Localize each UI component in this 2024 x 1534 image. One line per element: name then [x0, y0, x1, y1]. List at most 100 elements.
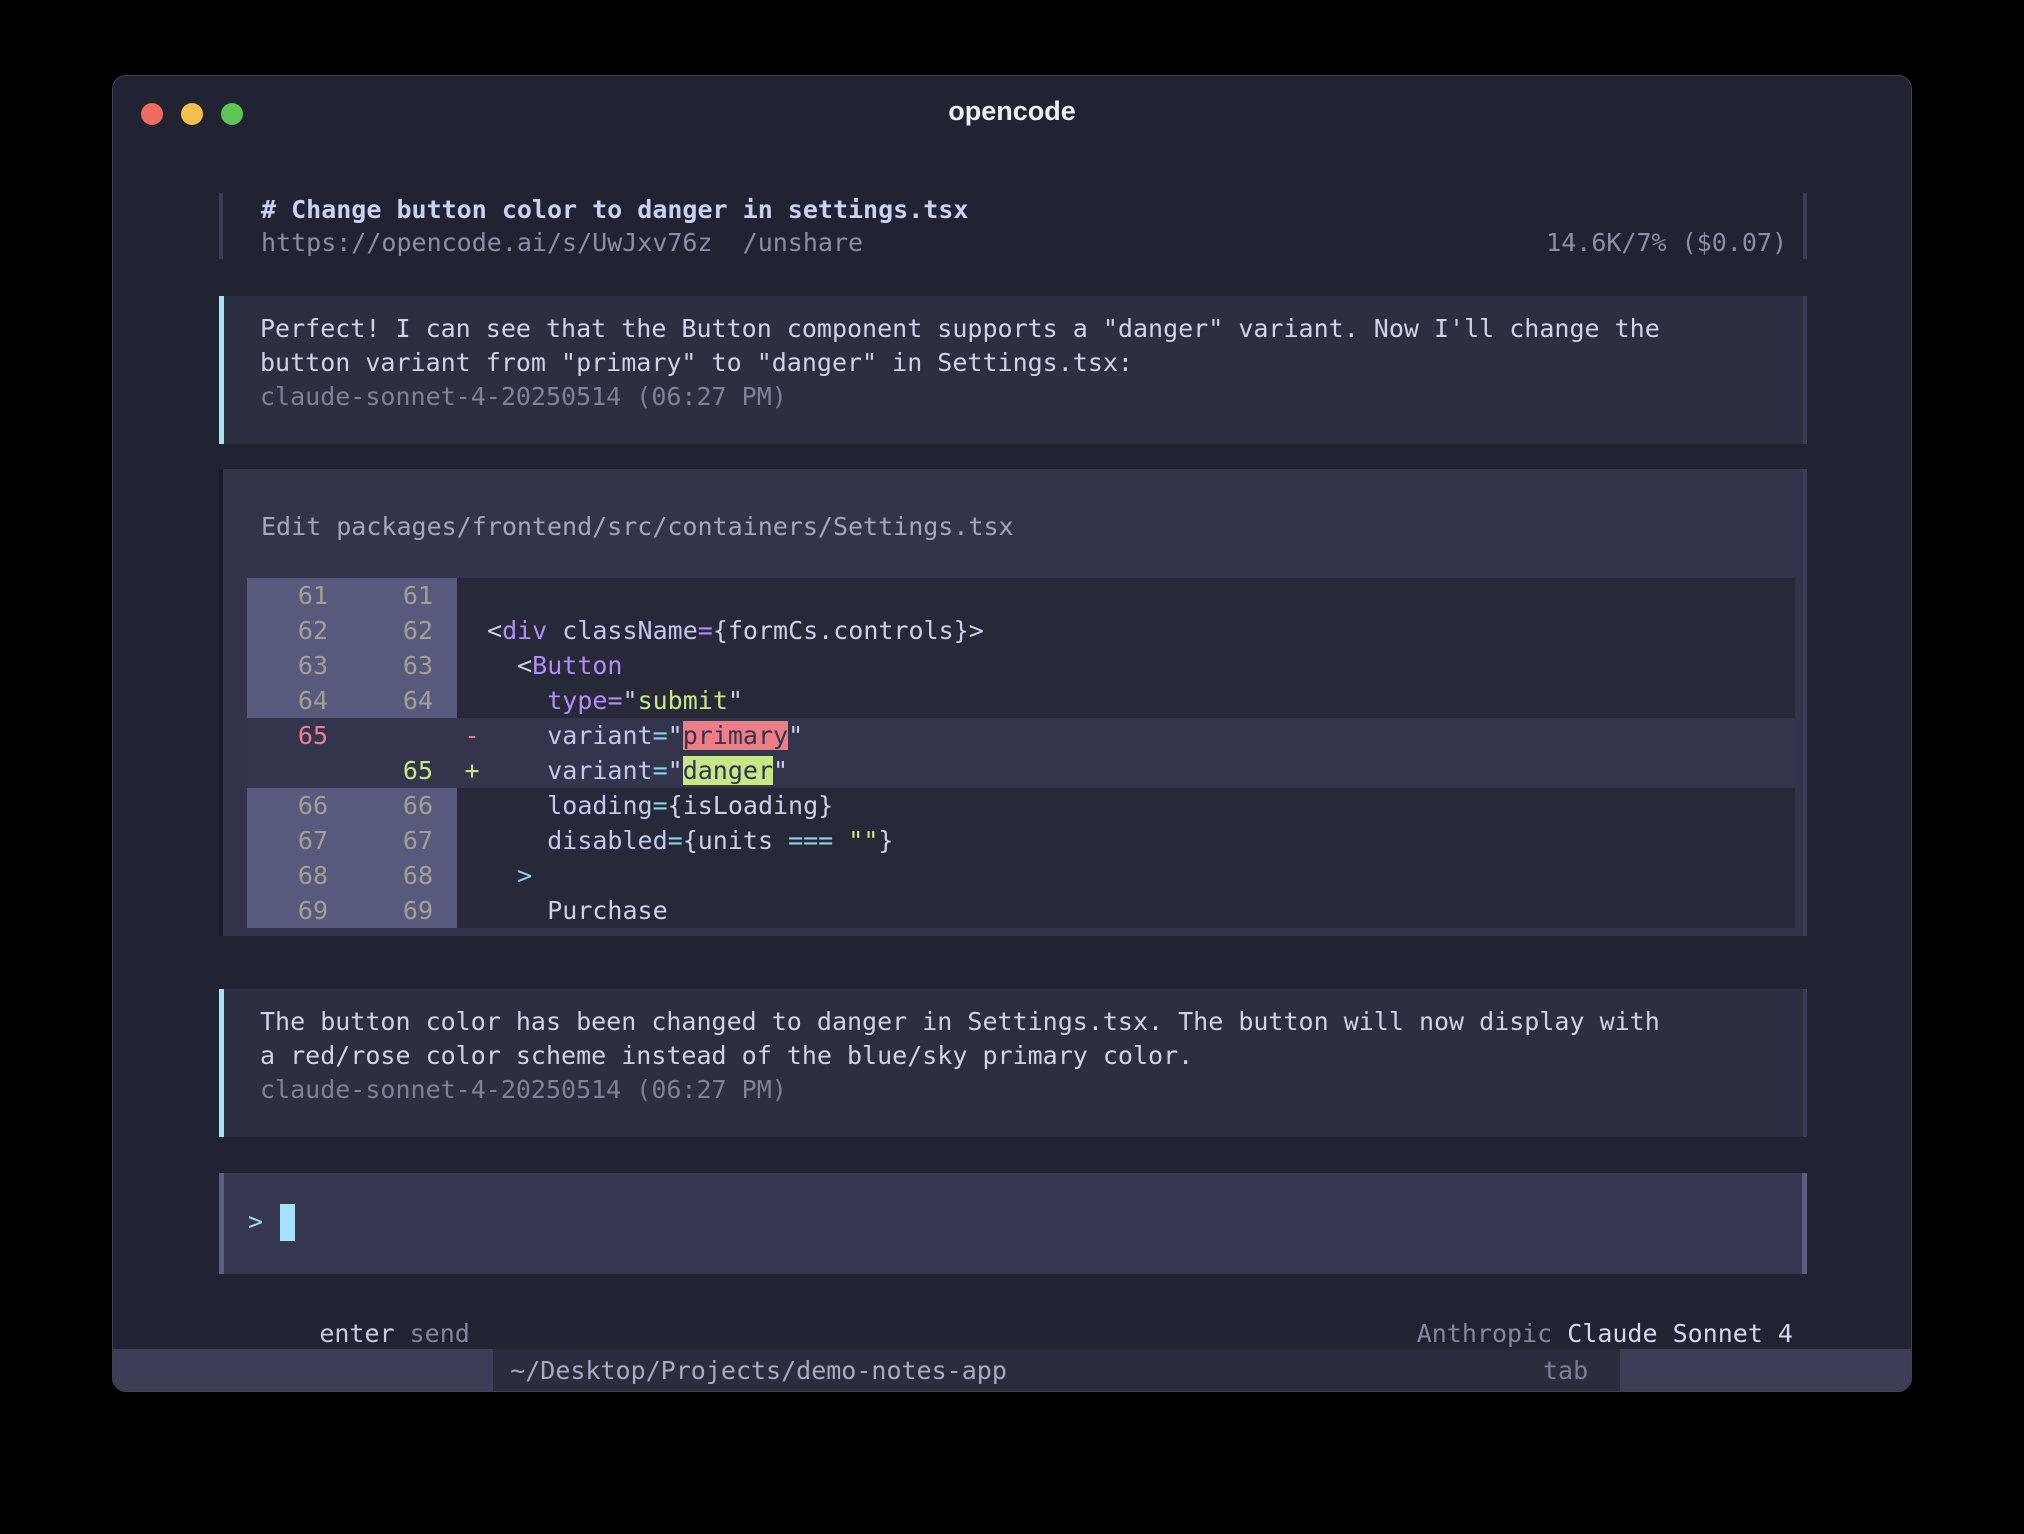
diff-row: 6969 Purchase — [247, 893, 1795, 928]
send-hint-key: enter — [319, 1319, 394, 1348]
edit-tool-title: Edit packages/frontend/src/containers/Se… — [223, 469, 1803, 578]
model-provider: Anthropic — [1417, 1319, 1568, 1348]
code-token — [487, 791, 547, 820]
input-footer: enter send Anthropic Claude Sonnet 4 — [219, 1283, 1807, 1317]
diff-change-marker — [457, 578, 487, 613]
message-text-line: The button color has been changed to dan… — [260, 1005, 1783, 1039]
diff-new-lineno: 66 — [352, 788, 457, 823]
code-token: } — [878, 826, 893, 855]
code-token — [487, 896, 547, 925]
message-meta: claude-sonnet-4-20250514 (06:27 PM) — [260, 380, 1783, 414]
context-stats: 14.6K/7% ($0.07) — [1546, 226, 1787, 259]
code-token: loading — [547, 791, 652, 820]
diff-code-line: variant="danger" — [487, 753, 1795, 788]
code-token: className — [562, 616, 697, 645]
diff-change-marker — [457, 648, 487, 683]
diff-code-line: > — [487, 858, 1795, 893]
assistant-message: The button color has been changed to dan… — [219, 989, 1807, 1137]
diff-old-lineno: 69 — [247, 893, 352, 928]
assistant-message: Perfect! I can see that the Button compo… — [219, 296, 1807, 444]
code-token: Purchase — [547, 896, 667, 925]
code-token: " — [788, 721, 803, 750]
message-text-line: a red/rose color scheme instead of the b… — [260, 1039, 1783, 1073]
diff-code-line: Purchase — [487, 893, 1795, 928]
diff-row: 6363 <Button — [247, 648, 1795, 683]
code-token: disabled — [547, 826, 667, 855]
code-token: = — [653, 721, 668, 750]
code-token — [487, 861, 517, 890]
diff-rows: 61616262 <div className={formCs.controls}… — [247, 578, 1795, 928]
diff-old-lineno: 66 — [247, 788, 352, 823]
send-hint-action: send — [395, 1319, 470, 1348]
code-token: {isLoading} — [668, 791, 834, 820]
diff-row: 6666 loading={isLoading} — [247, 788, 1795, 823]
code-token: div — [502, 616, 547, 645]
message-meta: claude-sonnet-4-20250514 (06:27 PM) — [260, 1073, 1783, 1107]
diff-row: 6767 disabled={units === ""} — [247, 823, 1795, 858]
code-token: = — [607, 686, 622, 715]
code-token: " — [773, 756, 788, 785]
edit-tool-card: Edit packages/frontend/src/containers/Se… — [219, 469, 1807, 936]
diff-old-lineno — [247, 753, 352, 788]
diff-old-lineno: 62 — [247, 613, 352, 648]
diff-new-lineno: 68 — [352, 858, 457, 893]
diff-change-marker — [457, 858, 487, 893]
diff-new-lineno: 69 — [352, 893, 457, 928]
message-text-line: Perfect! I can see that the Button compo… — [260, 312, 1783, 346]
diff-row: 6868 > — [247, 858, 1795, 893]
diff-new-lineno: 61 — [352, 578, 457, 613]
code-token — [487, 756, 547, 785]
diff-code-line: <div className={formCs.controls}> — [487, 613, 1795, 648]
diff-new-lineno: 62 — [352, 613, 457, 648]
diff-row: 65+ variant="danger" — [247, 753, 1795, 788]
code-token — [487, 686, 547, 715]
prompt-symbol: > — [248, 1203, 263, 1241]
diff-change-marker — [457, 683, 487, 718]
code-token — [833, 826, 848, 855]
diff-change-marker — [457, 823, 487, 858]
diff-old-lineno: 67 — [247, 823, 352, 858]
diff-code-line — [487, 578, 1795, 613]
diff-new-lineno: 63 — [352, 648, 457, 683]
diff-old-lineno: 63 — [247, 648, 352, 683]
code-token: Button — [532, 651, 622, 680]
app-version-segment: opencode v0.3.11 — [113, 1349, 493, 1392]
code-token: primary — [683, 721, 788, 750]
text-cursor — [280, 1204, 295, 1241]
opencode-window: opencode # Change button color to danger… — [112, 75, 1912, 1392]
prompt-input[interactable]: > — [219, 1173, 1807, 1274]
diff-old-lineno: 64 — [247, 683, 352, 718]
code-token: = — [668, 826, 683, 855]
code-token: === — [788, 826, 833, 855]
diff-code-line: disabled={units === ""} — [487, 823, 1795, 858]
code-token: " — [728, 686, 743, 715]
code-token: > — [969, 616, 984, 645]
diff-change-marker — [457, 788, 487, 823]
mode-segment[interactable]: BUILD MODE — [1620, 1349, 1911, 1392]
diff-row: 65- variant="primary" — [247, 718, 1795, 753]
code-token: "" — [848, 826, 878, 855]
working-directory: ~/Desktop/Projects/demo-notes-app — [493, 1349, 1543, 1392]
title-bar: opencode — [113, 76, 1911, 136]
diff-code-line: type="submit" — [487, 683, 1795, 718]
diff-code-line: loading={isLoading} — [487, 788, 1795, 823]
diff-row: 6262 <div className={formCs.controls}> — [247, 613, 1795, 648]
send-hint: enter send — [229, 1283, 470, 1317]
code-token: < — [487, 616, 502, 645]
message-text-line: button variant from "primary" to "danger… — [260, 346, 1783, 380]
code-token: = — [698, 616, 713, 645]
code-token — [547, 616, 562, 645]
status-bar: opencode v0.3.11 ~/Desktop/Projects/demo… — [113, 1349, 1911, 1392]
unshare-command[interactable]: /unshare — [743, 226, 863, 259]
diff-code-line: variant="primary" — [487, 718, 1795, 753]
model-indicator: Anthropic Claude Sonnet 4 — [1326, 1283, 1793, 1317]
diff-change-marker — [457, 613, 487, 648]
share-gap — [713, 226, 743, 259]
code-token: = — [653, 791, 668, 820]
window-title: opencode — [113, 96, 1911, 127]
share-url[interactable]: https://opencode.ai/s/UwJxv76z — [261, 226, 713, 259]
diff-row: 6161 — [247, 578, 1795, 613]
diff-new-lineno: 67 — [352, 823, 457, 858]
code-token: danger — [683, 756, 773, 785]
diff-code-line: <Button — [487, 648, 1795, 683]
